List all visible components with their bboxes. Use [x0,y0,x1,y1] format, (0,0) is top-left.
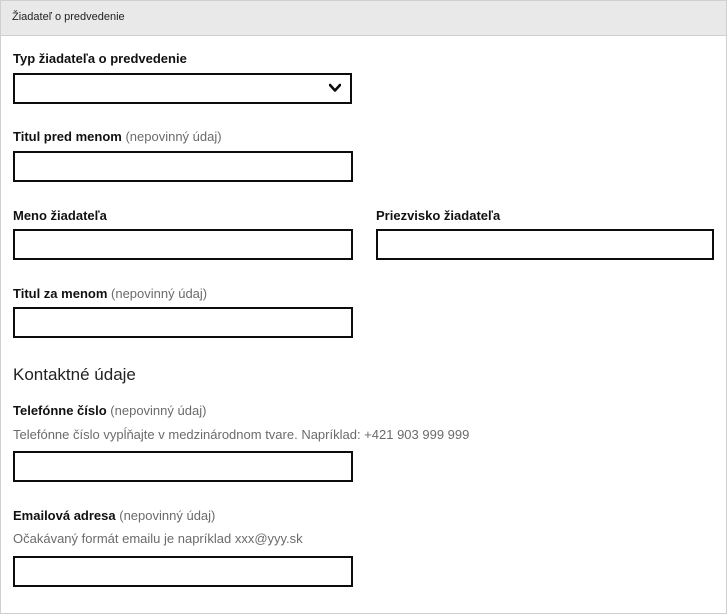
title-after-input[interactable] [13,307,353,338]
applicant-type-label-text: Typ žiadateľa o predvedenie [13,51,187,66]
last-name-input[interactable] [376,229,714,260]
panel-header: Žiadateľ o predvedenie [1,1,726,36]
last-name-label: Priezvisko žiadateľa [376,208,500,223]
phone-hint: Telefónne číslo vypĺňajte v medzinárodno… [13,427,470,442]
phone-input[interactable] [13,451,353,482]
title-after-label: Titul za menom (nepovinný údaj) [13,286,207,301]
optional-marker: (nepovinný údaj) [119,508,216,523]
phone-label-text: Telefónne číslo [13,403,107,418]
first-name-input[interactable] [13,229,353,260]
phone-label: Telefónne číslo (nepovinný údaj) [13,403,206,418]
optional-marker: (nepovinný údaj) [110,403,207,418]
title-before-label-text: Titul pred menom [13,129,122,144]
applicant-type-select[interactable] [13,73,352,104]
title-before-label: Titul pred menom (nepovinný údaj) [13,129,222,144]
optional-marker: (nepovinný údaj) [125,129,222,144]
title-before-input[interactable] [13,151,353,182]
chevron-down-icon [329,83,341,92]
applicant-panel: Žiadateľ o predvedenie Typ žiadateľa o p… [0,0,727,614]
email-label-text: Emailová adresa [13,508,116,523]
email-hint: Očakávaný formát emailu je napríklad xxx… [13,531,303,546]
first-name-label: Meno žiadateľa [13,208,107,223]
email-input[interactable] [13,556,353,587]
email-label: Emailová adresa (nepovinný údaj) [13,508,215,523]
applicant-type-label: Typ žiadateľa o predvedenie [13,51,187,66]
first-name-label-text: Meno žiadateľa [13,208,107,223]
contact-heading: Kontaktné údaje [13,365,136,384]
title-after-label-text: Titul za menom [13,286,108,301]
optional-marker: (nepovinný údaj) [111,286,208,301]
last-name-label-text: Priezvisko žiadateľa [376,208,501,223]
panel-title: Žiadateľ o predvedenie [12,11,125,23]
